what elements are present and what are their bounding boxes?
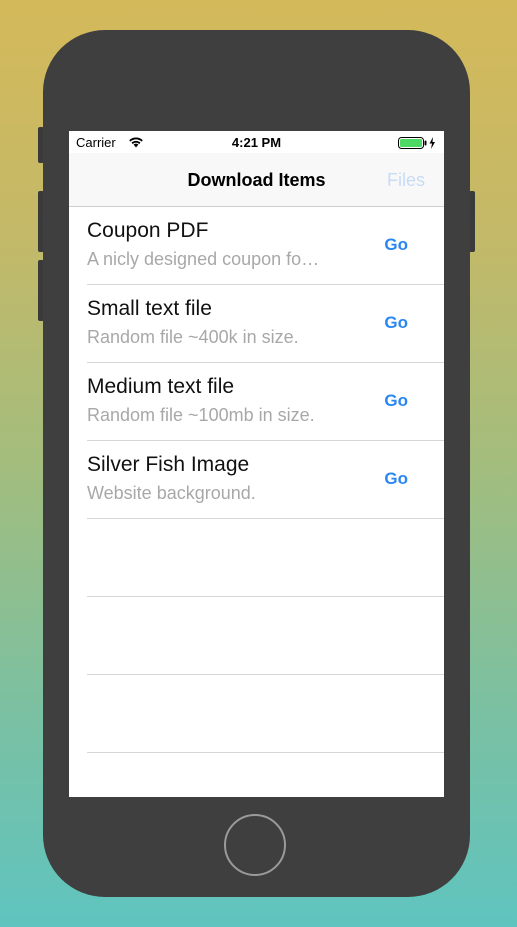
- list-item[interactable]: Small text file Random file ~400k in siz…: [69, 285, 444, 363]
- app-screen: Carrier 4:21 PM Download Items Files Cou…: [69, 131, 444, 797]
- navigation-bar: Download Items Files: [69, 153, 444, 207]
- go-button[interactable]: Go: [384, 391, 408, 411]
- empty-row: [69, 675, 444, 753]
- item-title: Coupon PDF: [87, 219, 209, 242]
- go-button[interactable]: Go: [384, 313, 408, 333]
- empty-row: [69, 519, 444, 597]
- home-button[interactable]: [224, 814, 286, 876]
- item-subtitle: A nicly designed coupon fo…: [87, 249, 320, 269]
- empty-row: [69, 597, 444, 675]
- item-title: Medium text file: [87, 375, 235, 398]
- status-bar: Carrier 4:21 PM: [69, 131, 444, 153]
- list-item[interactable]: Coupon PDF A nicly designed coupon fo… G…: [69, 207, 444, 285]
- battery-charging-icon: [398, 137, 438, 153]
- item-title: Silver Fish Image: [87, 453, 250, 476]
- files-button[interactable]: Files: [387, 170, 425, 191]
- list-item[interactable]: Silver Fish Image Website background. Go: [69, 441, 444, 519]
- status-time: 4:21 PM: [231, 135, 282, 150]
- item-subtitle: Random file ~100mb in size.: [87, 405, 315, 425]
- item-subtitle: Website background.: [87, 483, 256, 503]
- download-items-list: Coupon PDF A nicly designed coupon fo… G…: [69, 207, 444, 753]
- item-subtitle: Random file ~400k in size.: [87, 327, 299, 347]
- go-button[interactable]: Go: [384, 469, 408, 489]
- go-button[interactable]: Go: [384, 235, 408, 255]
- list-item[interactable]: Medium text file Random file ~100mb in s…: [69, 363, 444, 441]
- item-title: Small text file: [87, 297, 212, 320]
